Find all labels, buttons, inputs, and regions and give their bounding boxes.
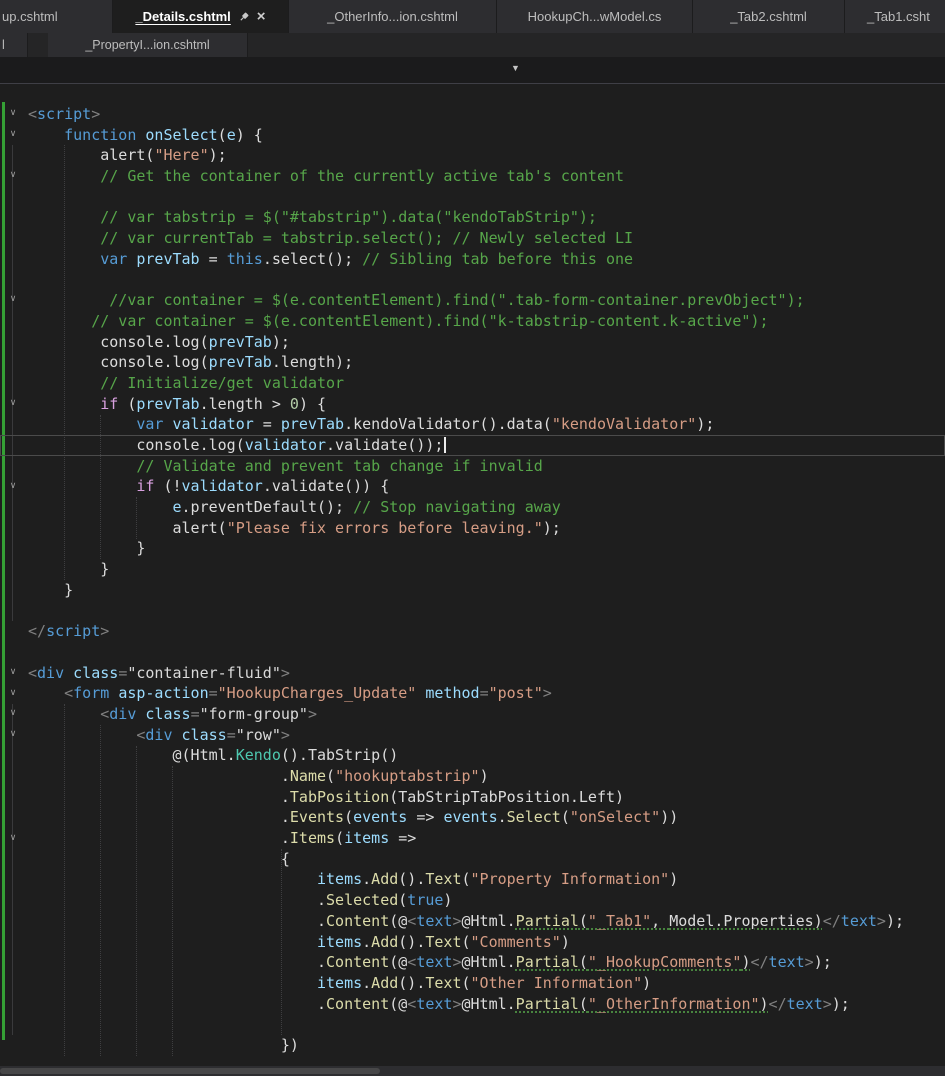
code-line[interactable]: items.Add().Text("Comments") bbox=[0, 932, 945, 953]
code-line[interactable] bbox=[0, 642, 945, 663]
code-line[interactable]: <script> bbox=[0, 104, 945, 125]
editor-nav-strip: ▼ bbox=[0, 57, 945, 84]
editor-tab[interactable]: up.cshtml bbox=[0, 0, 113, 33]
code-line[interactable]: <div class="row"> bbox=[0, 725, 945, 746]
code-line[interactable]: alert("Please fix errors before leaving.… bbox=[0, 518, 945, 539]
tab-label: up.cshtml bbox=[2, 9, 58, 24]
code-line[interactable]: if (!validator.validate()) { bbox=[0, 476, 945, 497]
fold-arrow-icon[interactable]: ∨ bbox=[4, 708, 22, 718]
editor-tab[interactable]: _Tab2.cshtml bbox=[693, 0, 845, 33]
fold-arrow-icon[interactable]: ∨ bbox=[4, 129, 22, 139]
code-line[interactable]: <div class="container-fluid"> bbox=[0, 663, 945, 684]
fold-arrow-icon[interactable]: ∨ bbox=[4, 170, 22, 180]
tab-label: _PropertyI...ion.cshtml bbox=[85, 38, 210, 52]
tab-label: HookupCh...wModel.cs bbox=[527, 9, 662, 24]
code-line[interactable]: // var currentTab = tabstrip.select(); /… bbox=[0, 228, 945, 249]
code-line[interactable]: } bbox=[0, 559, 945, 580]
code-line[interactable]: .TabPosition(TabStripTabPosition.Left) bbox=[0, 787, 945, 808]
code-line[interactable]: // Validate and prevent tab change if in… bbox=[0, 456, 945, 477]
editor-tab[interactable]: _Tab1.csht bbox=[845, 0, 945, 33]
editor-tab[interactable]: _Details.cshtml × bbox=[113, 0, 289, 33]
code-line[interactable]: .Content(@<text>@Html.Partial("_Tab1", M… bbox=[0, 911, 945, 932]
tab-bar-row-2: l _PropertyI...ion.cshtml bbox=[0, 33, 945, 57]
code-line[interactable]: } bbox=[0, 538, 945, 559]
code-line[interactable] bbox=[0, 1014, 945, 1035]
pin-icon[interactable] bbox=[238, 11, 250, 23]
code-line[interactable]: .Events(events => events.Select("onSelec… bbox=[0, 807, 945, 828]
code-line[interactable]: .Items(items => bbox=[0, 828, 945, 849]
text-cursor bbox=[444, 437, 447, 453]
code-line[interactable]: alert("Here"); bbox=[0, 145, 945, 166]
code-line[interactable]: console.log(prevTab); bbox=[0, 332, 945, 353]
code-line[interactable]: items.Add().Text("Other Information") bbox=[0, 973, 945, 994]
close-icon[interactable]: × bbox=[257, 9, 266, 24]
code-line[interactable]: e.preventDefault(); // Stop navigating a… bbox=[0, 497, 945, 518]
code-line[interactable]: </script> bbox=[0, 621, 945, 642]
code-line[interactable]: var validator = prevTab.kendoValidator()… bbox=[0, 414, 945, 435]
code-line[interactable]: console.log(validator.validate()); bbox=[0, 435, 945, 456]
code-line[interactable]: var prevTab = this.select(); // Sibling … bbox=[0, 249, 945, 270]
horizontal-scrollbar-thumb[interactable] bbox=[0, 1068, 380, 1074]
code-line[interactable] bbox=[0, 601, 945, 622]
code-line[interactable]: // var tabstrip = $("#tabstrip").data("k… bbox=[0, 207, 945, 228]
code-line[interactable]: function onSelect(e) { bbox=[0, 125, 945, 146]
code-line[interactable]: }) bbox=[0, 1035, 945, 1056]
code-editor[interactable]: ∨ ∨ ∨ ∨ ∨ ∨ ∨ ∨ ∨ ∨ ∨ <script> function onSelect(e… bbox=[0, 84, 945, 1066]
tab-bar-row-1: up.cshtml _Details.cshtml × _OtherInfo...io… bbox=[0, 0, 945, 33]
code-line[interactable]: .Content(@<text>@Html.Partial("_OtherInf… bbox=[0, 994, 945, 1015]
code-line[interactable]: .Content(@<text>@Html.Partial("_HookupCo… bbox=[0, 952, 945, 973]
code-line[interactable]: @(Html.Kendo().TabStrip() bbox=[0, 745, 945, 766]
code-line[interactable]: items.Add().Text("Property Information") bbox=[0, 869, 945, 890]
fold-arrow-icon[interactable]: ∨ bbox=[4, 729, 22, 739]
fold-arrow-icon[interactable]: ∨ bbox=[4, 667, 22, 677]
code-line[interactable] bbox=[0, 270, 945, 291]
horizontal-scrollbar[interactable] bbox=[0, 1066, 945, 1076]
editor-tab[interactable]: _PropertyI...ion.cshtml bbox=[48, 33, 248, 57]
fold-arrow-icon[interactable]: ∨ bbox=[4, 688, 22, 698]
tab-label: _Details.cshtml bbox=[135, 9, 231, 24]
fold-arrow-icon[interactable]: ∨ bbox=[4, 108, 22, 118]
dropdown-arrow-icon[interactable]: ▼ bbox=[511, 63, 520, 73]
editor-tab[interactable]: HookupCh...wModel.cs bbox=[497, 0, 693, 33]
editor-tab[interactable]: l bbox=[0, 33, 28, 57]
code-line[interactable]: // Initialize/get validator bbox=[0, 373, 945, 394]
code-line[interactable] bbox=[0, 187, 945, 208]
code-line[interactable]: // Get the container of the currently ac… bbox=[0, 166, 945, 187]
code-line[interactable]: } bbox=[0, 580, 945, 601]
code-line[interactable]: <div class="form-group"> bbox=[0, 704, 945, 725]
fold-arrow-icon[interactable]: ∨ bbox=[4, 398, 22, 408]
code-line[interactable]: .Selected(true) bbox=[0, 890, 945, 911]
tab-label: l bbox=[2, 38, 5, 52]
code-line[interactable]: //var container = $(e.contentElement).fi… bbox=[0, 290, 945, 311]
fold-arrow-icon[interactable]: ∨ bbox=[4, 833, 22, 843]
tab-label: _OtherInfo...ion.cshtml bbox=[327, 9, 458, 24]
code-line[interactable]: { bbox=[0, 849, 945, 870]
tab-well: up.cshtml _Details.cshtml × _OtherInfo...io… bbox=[0, 0, 945, 57]
code-line[interactable]: .Name("hookuptabstrip") bbox=[0, 766, 945, 787]
fold-arrow-icon[interactable]: ∨ bbox=[4, 481, 22, 491]
code-line[interactable]: <form asp-action="HookupCharges_Update" … bbox=[0, 683, 945, 704]
code-lines: <script> function onSelect(e) { alert("H… bbox=[0, 104, 945, 1056]
code-line[interactable]: console.log(prevTab.length); bbox=[0, 352, 945, 373]
editor-tab[interactable]: _OtherInfo...ion.cshtml bbox=[289, 0, 497, 33]
fold-arrow-icon[interactable]: ∨ bbox=[4, 294, 22, 304]
code-line[interactable]: if (prevTab.length > 0) { bbox=[0, 394, 945, 415]
tab-label: _Tab2.cshtml bbox=[730, 9, 807, 24]
tab-label: _Tab1.csht bbox=[867, 9, 930, 24]
code-line[interactable]: // var container = $(e.contentElement).f… bbox=[0, 311, 945, 332]
